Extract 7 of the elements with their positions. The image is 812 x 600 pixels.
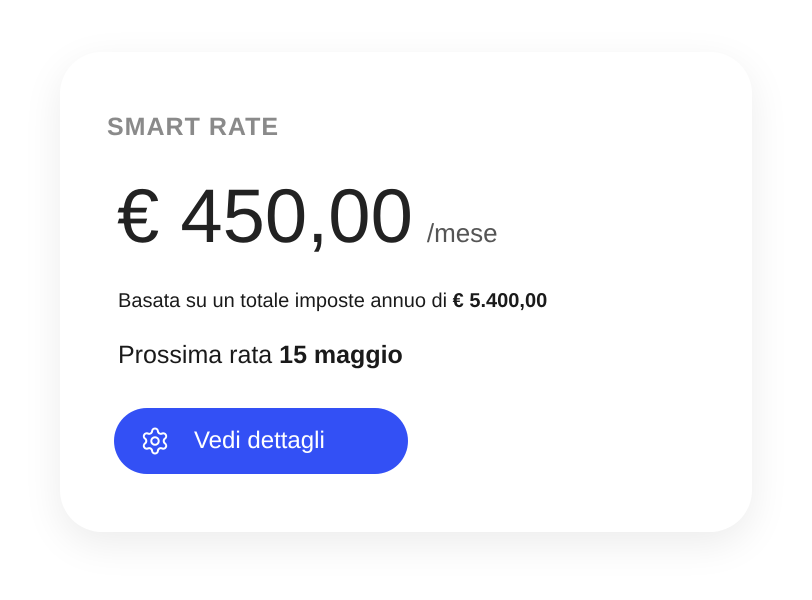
details-button[interactable]: Vedi dettagli [114,408,408,474]
next-installment-text: Prossima rata 15 maggio [118,340,404,370]
summary-text: Basata su un totale imposte annuo di € 5.400,00 [118,289,548,314]
period: /mese [426,218,498,249]
amount: € 450,00 [117,173,413,261]
settings-icon [140,426,170,456]
card-title: SMART RATE [107,112,280,142]
